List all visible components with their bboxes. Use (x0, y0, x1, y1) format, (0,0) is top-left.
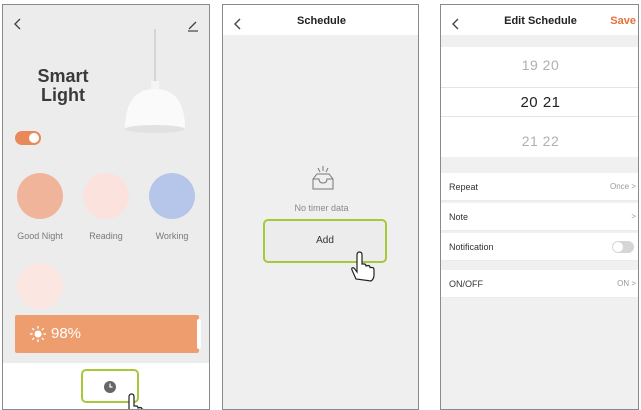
empty-inbox-icon (309, 165, 337, 193)
repeat-row[interactable]: Repeat Once > (441, 173, 638, 201)
page-title: Schedule (297, 15, 346, 27)
notification-row: Notification (441, 233, 638, 261)
pendant-lamp-icon (115, 29, 195, 139)
on-off-value: ON > (617, 279, 636, 288)
brightness-slider-handle[interactable] (197, 319, 201, 349)
device-title: Smart Light (37, 66, 89, 105)
note-label: Note (449, 212, 469, 222)
tap-hand-icon (347, 249, 377, 283)
clock-icon (103, 380, 117, 394)
scene-working[interactable] (149, 173, 195, 219)
time-picker[interactable]: 19 20 20 21 21 22 (441, 47, 638, 157)
scene-label-reading: Reading (89, 231, 123, 241)
smart-light-screen: Smart Light Good Night Reading Working 9… (2, 4, 210, 410)
notification-label: Notification (449, 242, 494, 252)
back-chevron-icon[interactable] (11, 17, 25, 31)
on-off-label: ON/OFF (449, 279, 483, 289)
scene-good-night[interactable] (17, 173, 63, 219)
sun-icon (29, 325, 47, 343)
brightness-value: 98% (51, 325, 82, 342)
note-chevron: > (631, 212, 636, 221)
repeat-value: Once > (609, 182, 636, 191)
scene-label-working: Working (155, 231, 189, 241)
tap-hand-icon (119, 391, 149, 409)
empty-state-text: No timer data (294, 203, 349, 213)
scene-reading[interactable] (83, 173, 129, 219)
brightness-slider[interactable]: 98% (15, 315, 201, 353)
notification-toggle[interactable] (612, 241, 634, 253)
add-button-label: Add (316, 235, 334, 246)
picker-row-above[interactable]: 19 20 (441, 57, 638, 73)
on-off-row[interactable]: ON/OFF ON > (441, 270, 638, 298)
scene-label-good-night: Good Night (17, 231, 63, 241)
schedule-screen: Schedule No timer data Add (222, 4, 419, 410)
edit-schedule-screen: Edit Schedule Save 19 20 20 21 21 22 Rep… (440, 4, 639, 410)
scene-custom[interactable] (17, 263, 63, 309)
repeat-label: Repeat (449, 182, 479, 192)
note-row[interactable]: Note > (441, 203, 638, 231)
save-button[interactable]: Save (610, 15, 636, 27)
picker-row-selected[interactable]: 20 21 (441, 94, 638, 111)
power-toggle[interactable] (15, 131, 41, 145)
page-title: Edit Schedule (504, 15, 577, 27)
picker-row-below[interactable]: 21 22 (441, 133, 638, 149)
